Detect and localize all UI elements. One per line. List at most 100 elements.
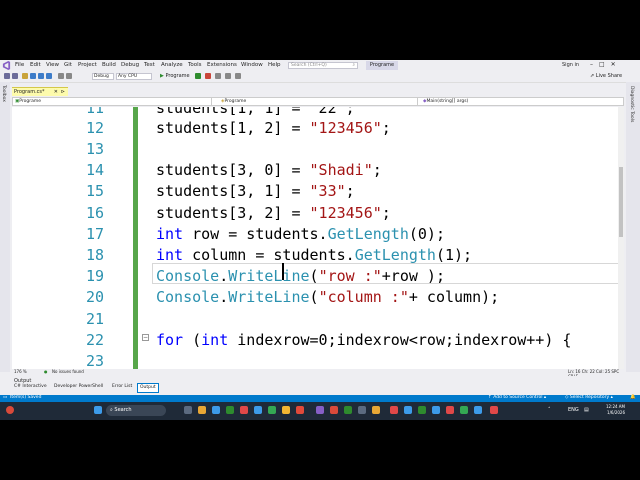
code-line-17[interactable]: int row = students.GetLength(0);: [156, 225, 445, 243]
code-line-22[interactable]: for (int indexrow=0;indexrow<row;indexro…: [156, 331, 571, 349]
toolbar-misc-icon[interactable]: [225, 73, 231, 79]
menu-build[interactable]: Build: [102, 62, 116, 68]
chrome-icon[interactable]: [268, 406, 276, 414]
menu-analyze[interactable]: Analyze: [161, 62, 183, 68]
menu-test[interactable]: Test: [144, 62, 155, 68]
tab-csharp-interactive[interactable]: C# Interactive: [12, 383, 49, 391]
taskbar-search[interactable]: ⌕ Search: [106, 405, 166, 416]
app-icon[interactable]: [358, 406, 366, 414]
search-input[interactable]: Search (Ctrl+Q) ⌕: [288, 62, 358, 69]
collapse-toggle[interactable]: −: [142, 334, 149, 341]
app-icon[interactable]: [490, 406, 498, 414]
toolbar-misc-icon[interactable]: [215, 73, 221, 79]
close-icon[interactable]: ✕: [611, 61, 622, 68]
code-line-19[interactable]: Console.WriteLine("row :"+row );: [156, 267, 445, 285]
line-number: 22: [85, 331, 104, 349]
start-icon[interactable]: [94, 406, 102, 414]
visual-studio-icon[interactable]: [316, 406, 324, 414]
code-line-14[interactable]: students[3, 0] = "Shadi";: [156, 161, 382, 179]
code-line-11[interactable]: students[1, 1] = "22";: [156, 107, 355, 117]
app-icon[interactable]: [418, 406, 426, 414]
file-explorer-icon[interactable]: [282, 406, 290, 414]
menu-git[interactable]: Git: [64, 62, 72, 68]
app-icon[interactable]: [226, 406, 234, 414]
toolbox-tab[interactable]: Toolbox: [1, 85, 6, 102]
notifications-icon[interactable]: 🔔: [630, 395, 636, 400]
tab-developer-powershell[interactable]: Developer PowerShell: [52, 383, 105, 391]
excel-icon[interactable]: [344, 406, 352, 414]
menu-extensions[interactable]: Extensions: [207, 62, 237, 68]
app-icon[interactable]: [240, 406, 248, 414]
menu-edit[interactable]: Edit: [30, 62, 41, 68]
project-dropdown[interactable]: ▣Programe: [13, 98, 212, 105]
menu-file[interactable]: File: [15, 62, 24, 68]
editor-scroll-thumb[interactable]: [619, 167, 623, 237]
line-number: 21: [85, 310, 104, 328]
line-number: 23: [85, 352, 104, 369]
configuration-select[interactable]: Debug: [92, 73, 114, 80]
task-view-icon[interactable]: [184, 406, 192, 414]
forward-icon[interactable]: [12, 73, 18, 79]
sign-in-link[interactable]: Sign in: [562, 62, 579, 68]
app-icon[interactable]: [390, 406, 398, 414]
editor-vertical-scrollbar[interactable]: [618, 107, 624, 369]
run-without-debug-icon[interactable]: [195, 73, 201, 79]
app-icon[interactable]: [432, 406, 440, 414]
code-editor[interactable]: 11 students[1, 1] = "22"; 12 students[1,…: [12, 107, 624, 369]
menu-view[interactable]: View: [46, 62, 59, 68]
maximize-icon[interactable]: □: [599, 61, 611, 68]
code-line-16[interactable]: students[3, 2] = "123456";: [156, 204, 391, 222]
menu-debug[interactable]: Debug: [121, 62, 139, 68]
app-icon[interactable]: [254, 406, 262, 414]
app-icon[interactable]: [212, 406, 220, 414]
menu-tools[interactable]: Tools: [188, 62, 202, 68]
live-share-label: Live Share: [595, 73, 623, 79]
app-icon[interactable]: [404, 406, 412, 414]
class-dropdown[interactable]: ◈Programe: [219, 98, 418, 105]
menu-window[interactable]: Window: [241, 62, 263, 68]
app-icon[interactable]: [372, 406, 380, 414]
app-icon[interactable]: [296, 406, 304, 414]
weather-icon[interactable]: [6, 406, 14, 414]
app-icon[interactable]: [198, 406, 206, 414]
menu-project[interactable]: Project: [78, 62, 97, 68]
diagnostic-tools-tab[interactable]: Diagnostic Tools: [629, 86, 634, 122]
app-icon[interactable]: [460, 406, 468, 414]
app-icon[interactable]: [474, 406, 482, 414]
app-icon[interactable]: [330, 406, 338, 414]
clock[interactable]: 12:24 AM 1/6/2026: [606, 404, 625, 416]
minimize-icon[interactable]: –: [590, 61, 599, 68]
back-icon[interactable]: [4, 73, 10, 79]
pin-icon[interactable]: ⊳: [61, 88, 65, 96]
app-icon[interactable]: [446, 406, 454, 414]
network-icon[interactable]: ▤: [584, 407, 589, 413]
document-tab-strip: [10, 86, 626, 96]
add-to-source-control[interactable]: ↑ Add to Source Control ▴: [488, 395, 546, 400]
tab-program-cs[interactable]: Program.cs* ⊳ ✕: [12, 87, 68, 96]
code-line-18[interactable]: int column = students.GetLength(1);: [156, 246, 472, 264]
toolbar-misc-icon[interactable]: [235, 73, 241, 79]
input-language[interactable]: ENG: [568, 407, 579, 413]
tab-output[interactable]: Output: [137, 383, 159, 393]
menu-help[interactable]: Help: [268, 62, 281, 68]
undo-icon[interactable]: [58, 73, 64, 79]
save-all-icon[interactable]: [46, 73, 52, 79]
zoom-level[interactable]: 176 %: [14, 369, 27, 374]
member-dropdown[interactable]: ◆Main(string[] args): [421, 98, 619, 105]
tab-error-list[interactable]: Error List: [110, 383, 134, 391]
code-line-15[interactable]: students[3, 1] = "33";: [156, 182, 355, 200]
close-tab-icon[interactable]: ✕: [54, 88, 58, 96]
tray-chevron-icon[interactable]: ˄: [548, 407, 551, 413]
code-line-20[interactable]: Console.WriteLine("column :"+ column);: [156, 288, 499, 306]
live-share-button[interactable]: ⇗ Live Share: [590, 73, 622, 79]
hot-reload-icon[interactable]: [205, 73, 211, 79]
platform-select[interactable]: Any CPU: [116, 73, 152, 80]
new-project-icon[interactable]: [22, 73, 28, 79]
redo-icon[interactable]: [66, 73, 72, 79]
issues-status[interactable]: No issues found: [52, 369, 84, 374]
open-icon[interactable]: [30, 73, 36, 79]
select-repository[interactable]: ◇ Select Repository ▴: [565, 395, 613, 400]
start-button[interactable]: ▶ Programe: [160, 73, 190, 79]
save-icon[interactable]: [38, 73, 44, 79]
code-line-12[interactable]: students[1, 2] = "123456";: [156, 119, 391, 137]
